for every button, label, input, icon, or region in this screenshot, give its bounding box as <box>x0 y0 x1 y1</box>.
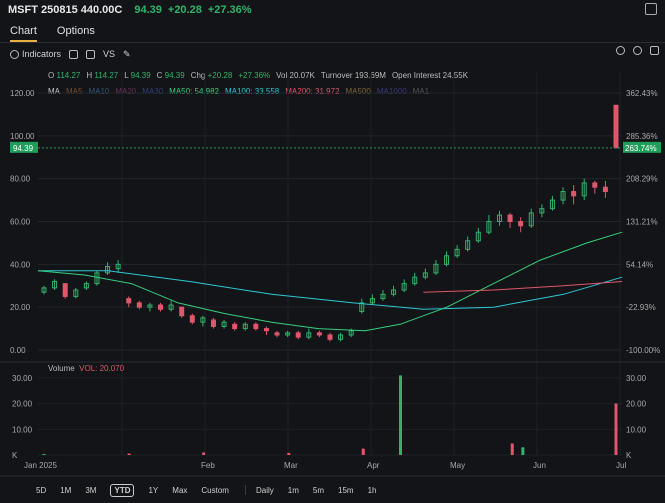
candle-body <box>518 221 524 227</box>
period-bar: 5D 1M 3M YTD 1Y Max Custom Daily 1m 5m 1… <box>0 482 665 498</box>
candle-body <box>253 323 259 330</box>
price-tick-label: 0.00 <box>10 346 26 355</box>
volume-tick-label: 20.00 <box>12 400 33 409</box>
last-price-tag: 94.39 <box>13 144 34 153</box>
x-tick-label: Mar <box>284 461 298 470</box>
volume-bar <box>287 452 291 455</box>
pct-tick-label: 54.14% <box>626 260 653 269</box>
volume-tick-label: K <box>12 451 18 460</box>
candle-body <box>327 334 333 340</box>
ma200-line <box>423 281 623 293</box>
period-5d[interactable]: 5D <box>36 486 46 495</box>
period-max[interactable]: Max <box>172 486 187 495</box>
candle-body <box>507 214 513 222</box>
x-tick-label: Feb <box>201 461 215 470</box>
pct-tick-label: 131.21% <box>626 218 658 227</box>
pct-tick-label: -22.93% <box>626 303 656 312</box>
candle-body <box>126 298 132 304</box>
interval-15m[interactable]: 15m <box>338 486 354 495</box>
pct-tick-label: 362.43% <box>626 89 658 98</box>
volume-legend: Volume VOL: 20.070 <box>48 364 124 373</box>
price-tick-label: 40.00 <box>10 260 31 269</box>
candle-body <box>592 182 598 188</box>
interval-1h[interactable]: 1h <box>368 486 377 495</box>
price-tick-label: 60.00 <box>10 218 31 227</box>
volume-bar <box>202 452 206 455</box>
candle-body <box>274 332 280 336</box>
period-1y[interactable]: 1Y <box>148 486 158 495</box>
volume-bar <box>361 448 365 455</box>
period-custom[interactable]: Custom <box>201 486 229 495</box>
period-1m[interactable]: 1M <box>60 486 71 495</box>
volume-bar <box>614 403 618 455</box>
pct-tick-label: 208.29% <box>626 175 658 184</box>
volume-value: VOL: 20.070 <box>79 364 125 373</box>
price-tick-label: 80.00 <box>10 175 31 184</box>
price-chart[interactable]: 120.00 362.43% 100.00 285.36% 80.00 208.29% 60… <box>0 0 665 503</box>
volume-tick-label: 10.00 <box>626 425 647 434</box>
pct-tick-label: -100.00% <box>626 346 660 355</box>
divider <box>244 485 246 495</box>
candle-body <box>613 104 619 149</box>
ma50-line <box>37 231 623 332</box>
volume-tick-label: K <box>626 451 632 460</box>
candle-body <box>136 302 142 308</box>
period-ytd[interactable]: YTD <box>110 483 135 497</box>
price-tick-label: 120.00 <box>10 89 35 98</box>
volume-bar <box>399 375 403 455</box>
interval-1m[interactable]: 1m <box>288 486 299 495</box>
candle-body <box>158 304 164 310</box>
candle-body <box>210 319 216 327</box>
candle-body <box>571 191 577 197</box>
candle-body <box>602 186 608 193</box>
candle-body <box>189 315 195 323</box>
candle-body <box>232 323 238 330</box>
pct-tick-label: 285.36% <box>626 132 658 141</box>
volume-tick-label: 10.00 <box>12 425 33 434</box>
x-tick-label: Jan 2025 <box>24 461 57 470</box>
volume-tick-label: 30.00 <box>626 374 647 383</box>
x-tick-label: Jun <box>533 461 546 470</box>
candle-body <box>62 283 68 297</box>
volume-title: Volume <box>48 364 75 373</box>
last-pct-tag: 263.74% <box>625 144 657 153</box>
candle-body <box>263 328 269 332</box>
volume-tick-label: 30.00 <box>12 374 33 383</box>
interval-daily[interactable]: Daily <box>256 486 274 495</box>
period-3m[interactable]: 3M <box>85 486 96 495</box>
x-tick-label: Jul <box>616 461 626 470</box>
volume-bar <box>42 453 46 455</box>
price-tick-label: 100.00 <box>10 132 35 141</box>
x-tick-label: May <box>450 461 465 470</box>
x-tick-label: Apr <box>367 461 380 470</box>
volume-bar <box>127 453 131 455</box>
volume-tick-label: 20.00 <box>626 400 647 409</box>
candle-body <box>316 332 322 336</box>
candle-body <box>295 332 301 338</box>
volume-bar <box>510 443 514 455</box>
candle-body <box>179 306 185 317</box>
volume-bar <box>521 447 525 455</box>
ma100-line <box>38 270 623 310</box>
price-tick-label: 20.00 <box>10 303 31 312</box>
interval-5m[interactable]: 5m <box>313 486 324 495</box>
